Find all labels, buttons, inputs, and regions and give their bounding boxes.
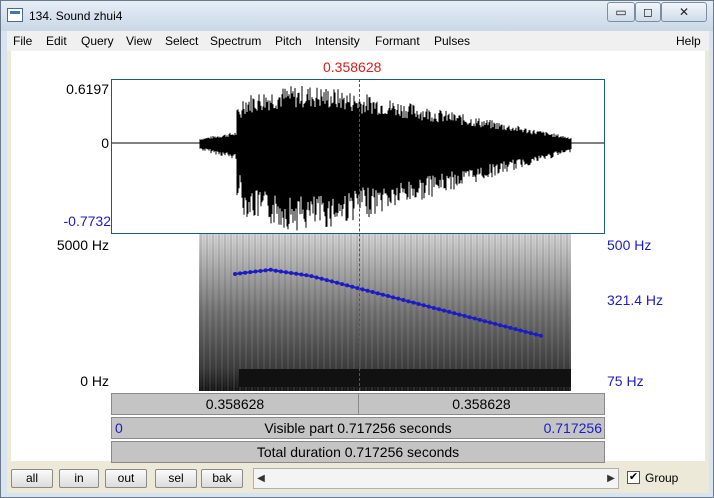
menu-intensity[interactable]: Intensity xyxy=(315,34,360,48)
menu-formant[interactable]: Formant xyxy=(375,34,420,48)
menu-bar: File Edit Query View Select Spectrum Pit… xyxy=(7,31,709,51)
maximize-button[interactable]: ◻ xyxy=(635,2,661,22)
app-icon xyxy=(7,8,23,22)
menu-view[interactable]: View xyxy=(126,34,152,48)
zoom-sel-button[interactable]: sel xyxy=(155,469,197,488)
visible-part-bar[interactable]: 0 Visible part 0.717256 seconds 0.717256 xyxy=(111,417,605,439)
window-title: 134. Sound zhui4 xyxy=(29,9,123,23)
menu-edit[interactable]: Edit xyxy=(46,34,67,48)
cursor-segment-bar: 0.358628 0.358628 xyxy=(111,393,605,415)
cursor-line xyxy=(359,79,360,391)
zoom-all-button[interactable]: all xyxy=(11,469,53,488)
waveform-min-label: -0.7732 xyxy=(63,213,111,229)
visible-part-label: Visible part 0.717256 seconds xyxy=(264,420,452,436)
scroll-left-arrow-icon[interactable]: ◀ xyxy=(254,469,268,488)
visible-end-label: 0.717256 xyxy=(543,420,602,436)
zoom-back-button[interactable]: bak xyxy=(201,469,243,488)
right-segment[interactable]: 0.358628 xyxy=(359,394,604,414)
left-segment[interactable]: 0.358628 xyxy=(112,394,359,414)
spectrogram-top-freq-label: 5000 Hz xyxy=(56,237,109,253)
waveform-zero-label: 0 xyxy=(101,135,109,151)
group-checkbox[interactable]: ✔ xyxy=(627,471,640,484)
spectrogram-panel[interactable] xyxy=(111,234,605,391)
menu-pitch[interactable]: Pitch xyxy=(275,34,302,48)
horizontal-scrollbar[interactable]: ◀ ▶ xyxy=(253,468,619,489)
waveform-panel[interactable] xyxy=(111,79,605,234)
pitch-mid-label: 321.4 Hz xyxy=(607,292,664,308)
menu-file[interactable]: File xyxy=(13,34,32,48)
spectrogram-graphic xyxy=(199,234,571,391)
scroll-right-arrow-icon[interactable]: ▶ xyxy=(604,469,618,488)
minimize-button[interactable]: ▭ xyxy=(607,2,635,22)
spectrogram-bottom-freq-label: 0 Hz xyxy=(80,373,109,389)
left-segment-label: 0.358628 xyxy=(205,396,265,412)
right-segment-label: 0.358628 xyxy=(452,396,511,412)
menu-spectrum[interactable]: Spectrum xyxy=(210,34,261,48)
menu-help[interactable]: Help xyxy=(676,34,701,48)
title-bar: 134. Sound zhui4 ▭ ◻ ✕ xyxy=(1,1,713,31)
zoom-in-button[interactable]: in xyxy=(59,469,99,488)
close-button[interactable]: ✕ xyxy=(661,2,707,22)
menu-query[interactable]: Query xyxy=(81,34,114,48)
total-duration-bar[interactable]: Total duration 0.717256 seconds xyxy=(111,441,605,463)
cursor-time-label: 0.358628 xyxy=(323,59,382,75)
waveform-max-label: 0.6197 xyxy=(66,81,109,97)
zoom-out-button[interactable]: out xyxy=(105,469,147,488)
group-label: Group xyxy=(645,471,679,485)
total-duration-label: Total duration 0.717256 seconds xyxy=(256,444,460,460)
sound-editor-window: 134. Sound zhui4 ▭ ◻ ✕ File Edit Query V… xyxy=(0,0,714,498)
pitch-top-label: 500 Hz xyxy=(607,237,652,253)
pitch-bottom-label: 75 Hz xyxy=(607,373,644,389)
menu-pulses[interactable]: Pulses xyxy=(434,34,470,48)
menu-select[interactable]: Select xyxy=(165,34,198,48)
